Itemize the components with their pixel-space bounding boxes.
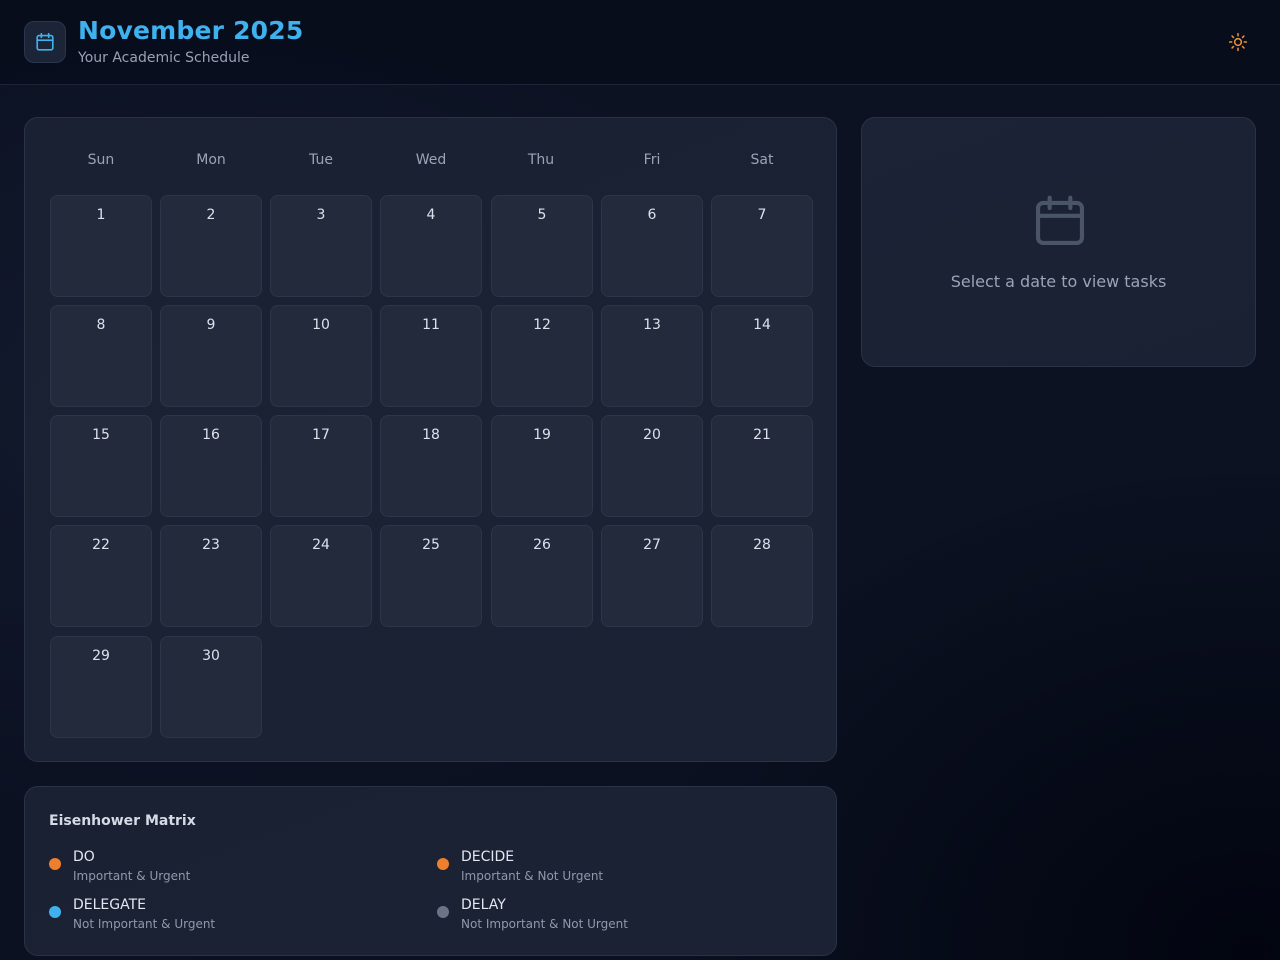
day-number: 6 [647,207,657,223]
calendar-day[interactable]: 17 [270,415,372,517]
quadrant-dot [437,906,449,918]
day-number: 26 [533,537,551,553]
day-number: 14 [753,317,771,333]
calendar-day[interactable]: 9 [160,305,262,407]
calendar-day[interactable]: 2 [160,195,262,297]
day-number: 17 [312,427,330,443]
day-number: 13 [643,317,661,333]
calendar-day[interactable]: 20 [601,415,703,517]
calendar-day[interactable]: 27 [601,525,703,627]
day-number: 28 [753,537,771,553]
quadrant-dot [437,858,449,870]
day-number: 25 [422,537,440,553]
calendar-day[interactable]: 6 [601,195,703,297]
weekday-header: Mon [196,152,226,168]
page-title: November 2025 [78,16,304,45]
calendar-icon [36,32,54,51]
quadrant-name: DECIDE [461,849,515,865]
day-number: 21 [753,427,771,443]
calendar-day[interactable]: 10 [270,305,372,407]
calendar-day[interactable]: 26 [491,525,593,627]
day-number: 2 [206,207,216,223]
matrix-title: Eisenhower Matrix [49,813,196,829]
calendar-day[interactable]: 23 [160,525,262,627]
day-number: 18 [422,427,440,443]
calendar-day[interactable]: 1 [50,195,152,297]
quadrant-desc: Important & Urgent [73,869,191,883]
day-number: 5 [537,207,547,223]
eisenhower-matrix-legend: Eisenhower Matrix DO Important & Urgent … [24,786,837,956]
calendar-day[interactable]: 12 [491,305,593,407]
day-number: 20 [643,427,661,443]
quadrant-desc: Not Important & Urgent [73,917,216,931]
quadrant-desc: Not Important & Not Urgent [461,917,628,931]
day-number: 16 [202,427,220,443]
calendar-day[interactable]: 21 [711,415,813,517]
weekday-header: Fri [643,152,661,168]
day-number: 4 [426,207,436,223]
calendar-day[interactable]: 11 [380,305,482,407]
day-number: 7 [757,207,767,223]
empty-state-text: Select a date to view tasks [950,272,1167,291]
day-number: 11 [422,317,440,333]
day-number: 23 [202,537,220,553]
weekday-header: Tue [309,152,333,168]
quadrant-name: DELEGATE [73,897,147,913]
weekday-header: Sat [750,152,774,168]
day-number: 22 [92,537,110,553]
calendar-day[interactable]: 13 [601,305,703,407]
day-number: 9 [206,317,216,333]
calendar-day[interactable]: 7 [711,195,813,297]
quadrant-name: DELAY [461,897,506,913]
calendar-day[interactable]: 18 [380,415,482,517]
day-number: 30 [202,648,220,664]
task-panel: Select a date to view tasks [861,117,1256,367]
weekday-header: Wed [415,152,447,168]
day-number: 8 [96,317,106,333]
calendar-day[interactable]: 24 [270,525,372,627]
day-number: 3 [316,207,326,223]
day-number: 10 [312,317,330,333]
weekday-header: Thu [527,152,555,168]
day-number: 27 [643,537,661,553]
day-number: 29 [92,648,110,664]
sun-icon [1228,32,1248,52]
quadrant-dot [49,906,61,918]
calendar-day[interactable]: 8 [50,305,152,407]
app-header: November 2025 Your Academic Schedule [0,0,1280,85]
calendar-day[interactable]: 4 [380,195,482,297]
calendar-day[interactable]: 19 [491,415,593,517]
calendar-icon [1035,195,1085,246]
day-number: 12 [533,317,551,333]
calendar-day[interactable]: 15 [50,415,152,517]
calendar-day[interactable]: 29 [50,636,152,738]
calendar-day[interactable]: 22 [50,525,152,627]
logo [24,21,66,63]
day-number: 1 [96,207,106,223]
page-subtitle: Your Academic Schedule [78,50,250,66]
quadrant-name: DO [73,849,95,865]
calendar-day[interactable]: 14 [711,305,813,407]
calendar-panel: Sun Mon Tue Wed Thu Fri Sat 1 2 3 4 5 6 7 8 9 10 1… [24,117,837,762]
day-number: 15 [92,427,110,443]
calendar-day[interactable]: 3 [270,195,372,297]
calendar-day[interactable]: 28 [711,525,813,627]
calendar-day[interactable]: 5 [491,195,593,297]
theme-toggle-button[interactable] [1226,30,1250,54]
day-number: 19 [533,427,551,443]
quadrant-desc: Important & Not Urgent [461,869,604,883]
calendar-day[interactable]: 25 [380,525,482,627]
calendar-day[interactable]: 16 [160,415,262,517]
weekday-header: Sun [87,152,115,168]
day-number: 24 [312,537,330,553]
calendar-day[interactable]: 30 [160,636,262,738]
quadrant-dot [49,858,61,870]
